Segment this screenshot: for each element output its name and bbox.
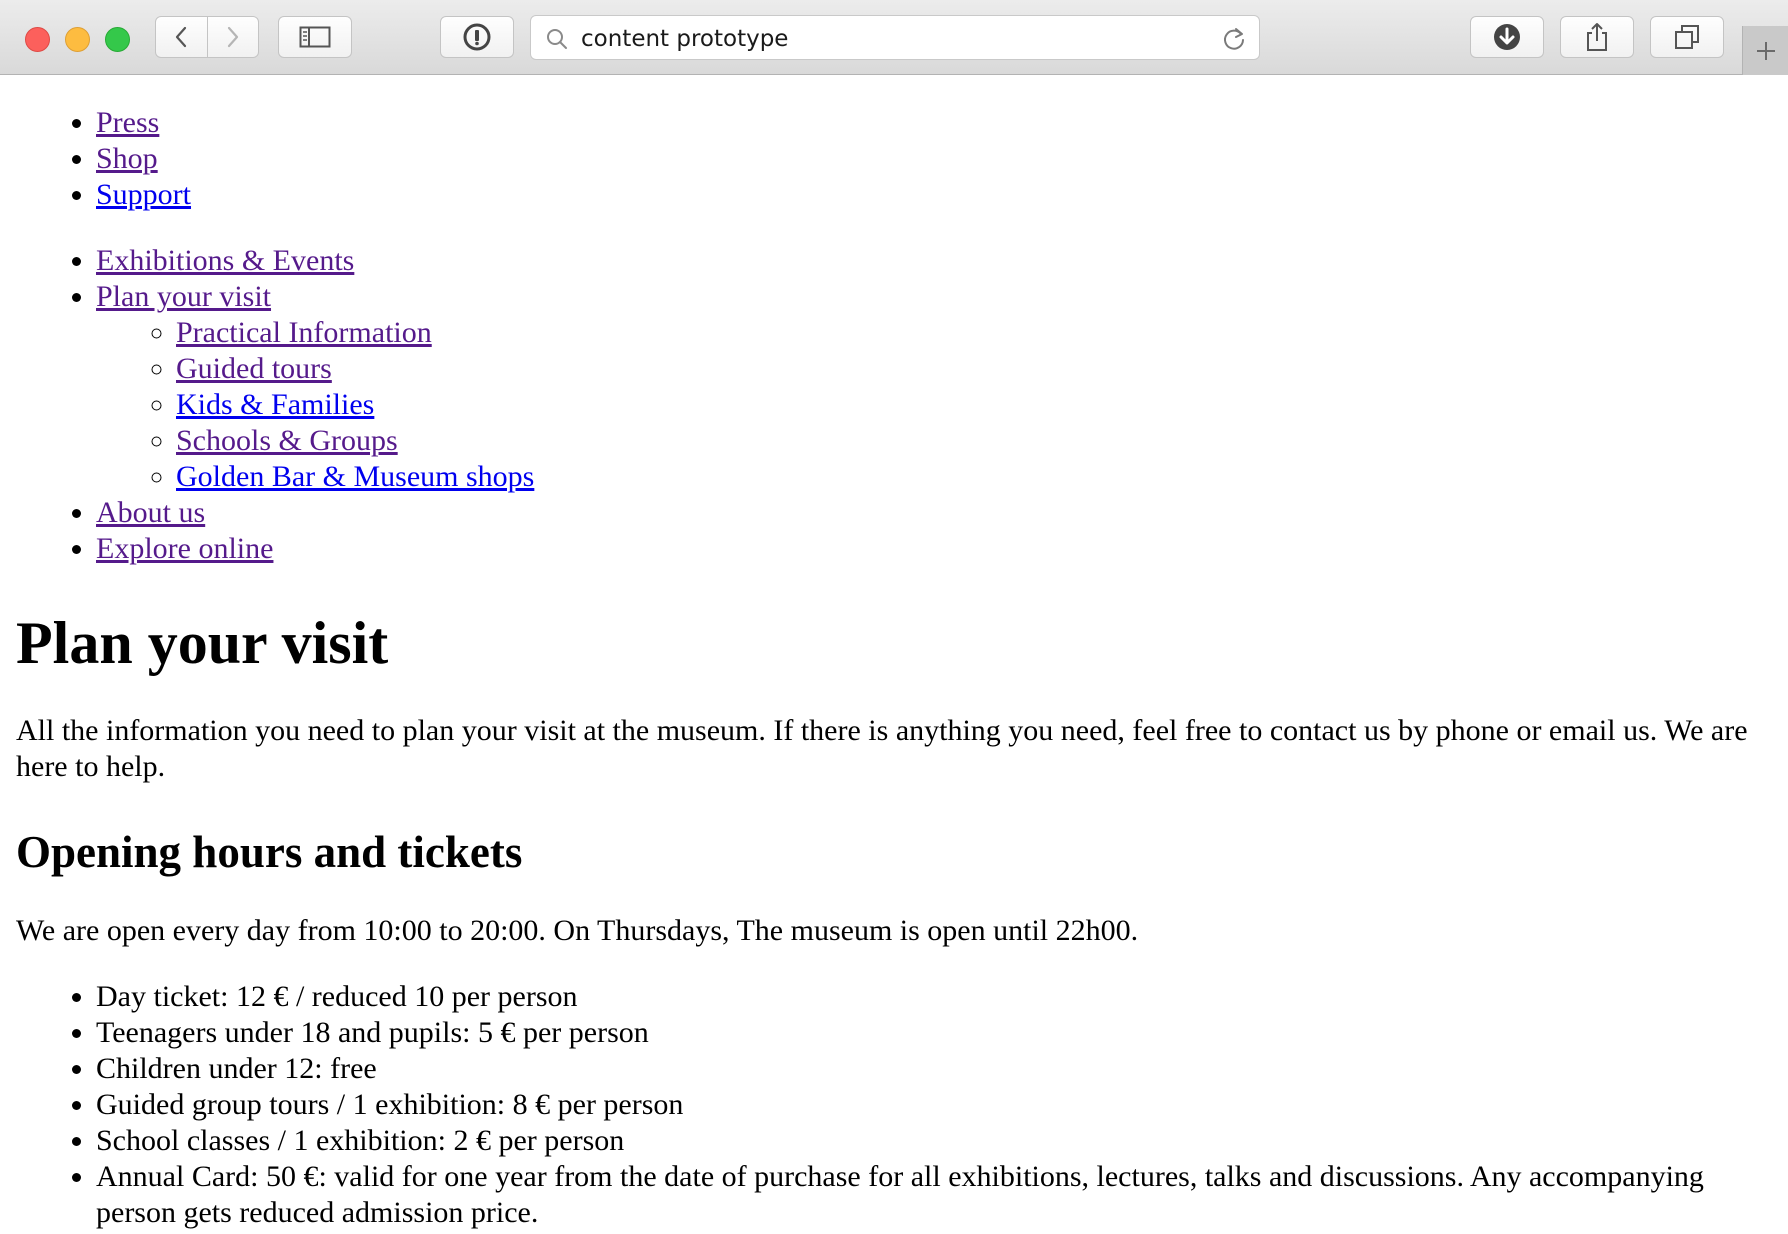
list-item: About us (96, 495, 1772, 531)
list-item: Children under 12: free (96, 1051, 1772, 1087)
nav-link-plan-your-visit[interactable]: Plan your visit (96, 280, 271, 313)
list-item: Guided tours (176, 351, 1772, 387)
list-item: Practical Information (176, 315, 1772, 351)
list-item: Golden Bar & Museum shops (176, 459, 1772, 495)
window-zoom-button[interactable] (105, 27, 130, 52)
top-menu: Press Shop Support (16, 105, 1772, 213)
downloads-button[interactable] (1470, 16, 1544, 58)
nav-link-about-us[interactable]: About us (96, 496, 205, 529)
forward-button[interactable] (206, 17, 259, 57)
sidebar-button[interactable] (278, 16, 352, 58)
plan-submenu: Practical Information Guided tours Kids … (96, 315, 1772, 495)
list-item: Kids & Families (176, 387, 1772, 423)
sidebar-icon (299, 26, 331, 48)
nav-link-explore-online[interactable]: Explore online (96, 532, 273, 565)
page-title: Plan your visit (16, 610, 389, 676)
browser-toolbar: content prototype (0, 0, 1788, 75)
nav-link-exhibitions-events[interactable]: Exhibitions & Events (96, 244, 354, 277)
share-icon (1587, 23, 1607, 51)
tab-overview-button[interactable] (1650, 16, 1724, 58)
list-item: Guided group tours / 1 exhibition: 8 € p… (96, 1087, 1772, 1123)
tab-overview-icon (1675, 25, 1699, 49)
list-item: Exhibitions & Events (96, 243, 1772, 279)
nav-link-practical-information[interactable]: Practical Information (176, 316, 432, 349)
chevron-right-icon (227, 26, 238, 48)
nav-link-golden-bar-shops[interactable]: Golden Bar & Museum shops (176, 460, 534, 493)
hours-paragraph: We are open every day from 10:00 to 20:0… (16, 914, 1139, 947)
chevron-left-icon (176, 26, 187, 48)
list-item: Schools & Groups (176, 423, 1772, 459)
search-icon (547, 29, 567, 49)
history-nav-group (155, 16, 259, 58)
password-button[interactable] (440, 16, 514, 58)
new-tab-button[interactable] (1742, 26, 1788, 75)
ticket-list: Day ticket: 12 € / reduced 10 per person… (16, 979, 1772, 1231)
nav-link-schools-groups[interactable]: Schools & Groups (176, 424, 398, 457)
nav-link-press[interactable]: Press (96, 106, 159, 139)
intro-paragraph: All the information you need to plan you… (16, 714, 1748, 783)
nav-link-shop[interactable]: Shop (96, 142, 158, 175)
list-item: Day ticket: 12 € / reduced 10 per person (96, 979, 1772, 1015)
list-item: Explore online (96, 531, 1772, 567)
list-item: Annual Card: 50 €: valid for one year fr… (96, 1159, 1772, 1231)
nav-link-guided-tours[interactable]: Guided tours (176, 352, 332, 385)
list-item: Teenagers under 18 and pupils: 5 € per p… (96, 1015, 1772, 1051)
password-key-icon (463, 23, 491, 51)
window-close-button[interactable] (25, 27, 50, 52)
main-menu: Exhibitions & Events Plan your visit Pra… (16, 243, 1772, 567)
share-button[interactable] (1560, 16, 1634, 58)
list-item: Shop (96, 141, 1772, 177)
nav-link-support[interactable]: Support (96, 178, 191, 211)
reload-icon[interactable] (1221, 26, 1247, 52)
list-item: School classes / 1 exhibition: 2 € per p… (96, 1123, 1772, 1159)
list-item: Press (96, 105, 1772, 141)
address-bar[interactable]: content prototype (530, 15, 1260, 60)
address-text: content prototype (581, 26, 789, 52)
section-heading: Opening hours and tickets (16, 827, 523, 877)
back-button[interactable] (156, 17, 207, 57)
window-minimize-button[interactable] (65, 27, 90, 52)
plus-icon (1756, 41, 1775, 60)
list-item: Plan your visit Practical Information Gu… (96, 279, 1772, 495)
page-content: Press Shop Support Exhibitions & Events … (0, 75, 1788, 1234)
nav-link-kids-families[interactable]: Kids & Families (176, 388, 374, 421)
download-icon (1494, 24, 1520, 50)
list-item: Support (96, 177, 1772, 213)
